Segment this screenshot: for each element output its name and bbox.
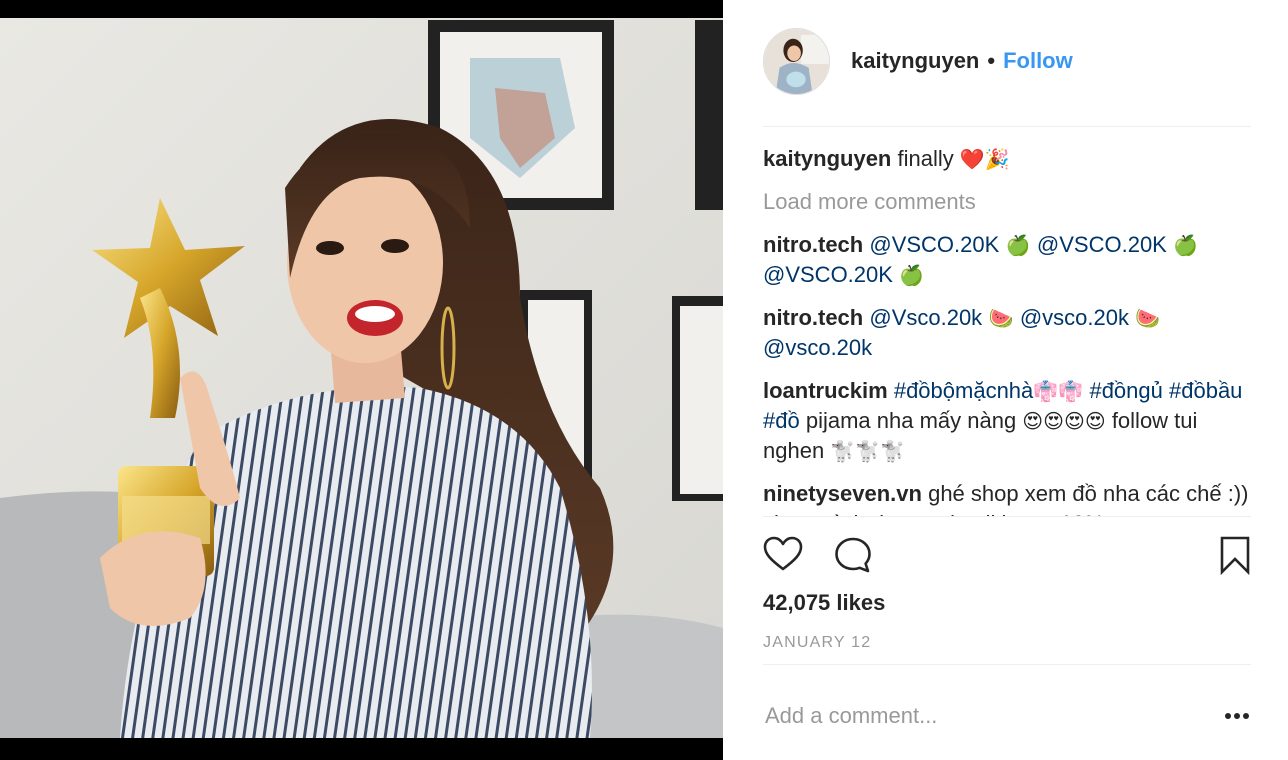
caption: kaitynguyen finally ❤️🎉	[763, 144, 1253, 174]
comment-item: nitro.tech @VSCO.20K 🍏 @VSCO.20K 🍏 @VSCO…	[763, 230, 1253, 290]
like-button[interactable]	[763, 535, 803, 575]
post-date[interactable]: JANUARY 12	[763, 634, 871, 652]
three-dots-icon	[1225, 713, 1249, 719]
comment-mention[interactable]: @vsco.20k	[763, 335, 872, 360]
comment-rows: nitro.tech @VSCO.20K 🍏 @VSCO.20K 🍏 @VSCO…	[763, 230, 1253, 516]
load-more-comments[interactable]: Load more comments	[763, 187, 1253, 217]
comment-mention[interactable]: @VSCO.20K	[763, 262, 893, 287]
post-photo[interactable]	[0, 0, 723, 760]
caption-emoji: ❤️🎉	[959, 147, 1010, 171]
bookmark-icon	[1220, 536, 1250, 576]
avatar[interactable]	[763, 27, 830, 95]
post-view: kaitynguyen • Follow kaitynguyen finally…	[0, 0, 1288, 760]
comment-mention[interactable]: @vsco.20k	[1020, 305, 1129, 330]
follow-button[interactable]: Follow	[1003, 48, 1073, 74]
footer-divider	[763, 664, 1251, 665]
comments-divider	[763, 516, 1251, 517]
heart-outline-icon	[763, 536, 803, 571]
comment-button[interactable]	[833, 535, 873, 575]
comment-emoji: 😍😍😍😍	[1022, 409, 1106, 433]
more-options-button[interactable]	[1223, 708, 1253, 724]
post-sidebar: kaitynguyen • Follow kaitynguyen finally…	[723, 0, 1288, 760]
post-header: kaitynguyen • Follow	[763, 27, 1251, 95]
letterbox-top	[0, 0, 723, 18]
likes-count[interactable]: 42,075 likes	[763, 590, 885, 616]
comment-emoji: 🍏	[999, 233, 1037, 257]
comment-list[interactable]: kaitynguyen finally ❤️🎉 Load more commen…	[763, 144, 1253, 516]
comment-mention[interactable]: @Vsco.20k	[869, 305, 982, 330]
letterbox-bottom	[0, 738, 723, 760]
header-separator: •	[987, 48, 996, 73]
comment-text: pijama nha mấy nàng	[799, 408, 1023, 433]
caption-username[interactable]: kaitynguyen	[763, 146, 891, 171]
comment-mention[interactable]: #đồbầu	[1169, 378, 1242, 403]
comment-emoji: 🍏	[1166, 233, 1199, 257]
speech-bubble-icon	[835, 537, 871, 573]
header-divider	[763, 126, 1251, 127]
comment-mention[interactable]: #đồngủ	[1089, 378, 1162, 403]
comment-emoji: 🐩🐩🐩	[830, 439, 906, 463]
comment-username[interactable]: ninetyseven.vn	[763, 481, 922, 506]
comment-item: nitro.tech @Vsco.20k 🍉 @vsco.20k 🍉 @vsco…	[763, 303, 1253, 363]
comment-mention[interactable]: @VSCO.20K	[1037, 232, 1167, 257]
photo-image	[0, 18, 723, 738]
comment-emoji: 🍉	[1128, 306, 1161, 330]
comment-username[interactable]: loantruckim	[763, 378, 888, 403]
comment-mention[interactable]: #đồbộmặcnhà	[894, 378, 1033, 403]
caption-text: finally	[897, 146, 954, 171]
comment-mention[interactable]: @VSCO.20K	[869, 232, 999, 257]
comment-emoji: 🍏	[892, 263, 925, 287]
save-button[interactable]	[1215, 535, 1255, 576]
comment-item: ninetyseven.vn ghé shop xem đồ nha các c…	[763, 479, 1253, 516]
post-username[interactable]: kaitynguyen	[851, 48, 979, 74]
comment-mention[interactable]: #đồ	[763, 408, 800, 433]
comment-username[interactable]: nitro.tech	[763, 232, 863, 257]
add-comment-input[interactable]	[765, 700, 1185, 732]
avatar-image	[764, 28, 829, 94]
comment-item: loantruckim #đồbộmặcnhà👘👘 #đồngủ #đồbầu …	[763, 376, 1253, 466]
comment-emoji: 👘👘	[1033, 379, 1090, 403]
comment-username[interactable]: nitro.tech	[763, 305, 863, 330]
action-bar	[763, 535, 1251, 577]
comment-emoji: 🍉	[982, 306, 1020, 330]
